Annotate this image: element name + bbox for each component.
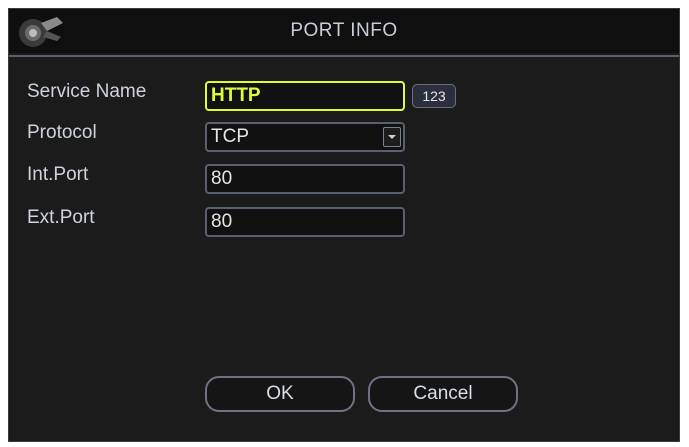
service-name-label: Service Name <box>27 81 147 102</box>
input-mode-badge[interactable]: 123 <box>412 84 456 108</box>
int-port-input[interactable]: 80 <box>205 164 405 194</box>
ok-button[interactable]: OK <box>205 376 355 412</box>
protocol-value: TCP <box>211 126 249 147</box>
port-info-dialog: PORT INFO Service Name HTTP 123 Protocol… <box>8 8 680 442</box>
protocol-select[interactable]: TCP <box>205 122 405 152</box>
int-port-label: Int.Port <box>27 164 89 185</box>
cancel-button[interactable]: Cancel <box>368 376 518 412</box>
ext-port-label: Ext.Port <box>27 207 95 228</box>
ext-port-input[interactable]: 80 <box>205 207 405 237</box>
chevron-down-icon[interactable] <box>383 127 401 147</box>
service-name-input[interactable]: HTTP <box>205 81 405 111</box>
title-bar: PORT INFO <box>9 9 679 53</box>
dialog-title: PORT INFO <box>290 20 398 41</box>
title-divider <box>9 55 679 57</box>
protocol-label: Protocol <box>27 122 97 143</box>
